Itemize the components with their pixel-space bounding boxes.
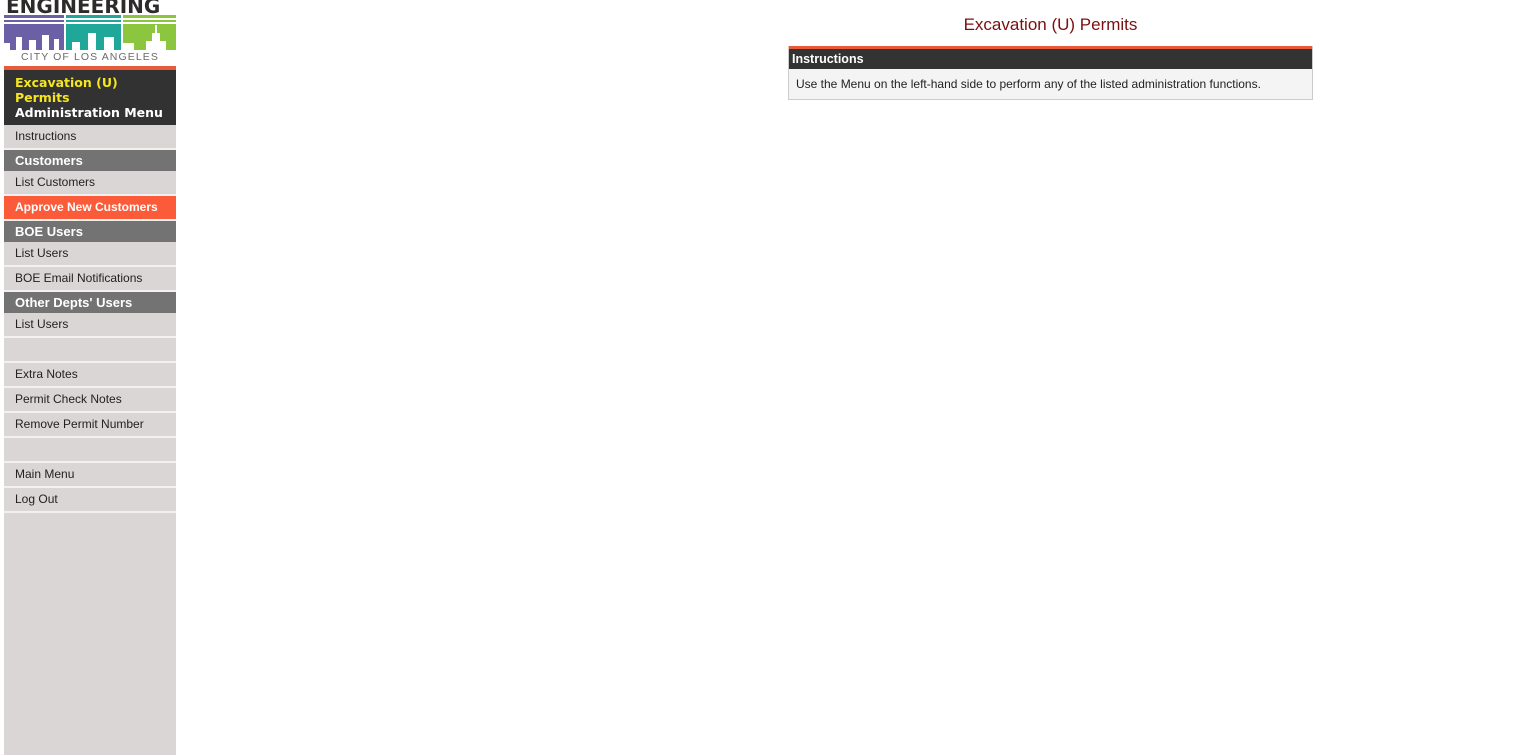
panel-heading: Instructions	[789, 49, 1312, 69]
menu-spacer	[4, 338, 176, 363]
menu-title-sub: Administration Menu	[15, 105, 163, 120]
menu-item-approve-new-customers[interactable]: Approve New Customers	[4, 196, 176, 221]
menu-title-app: Excavation (U) Permits	[15, 75, 118, 105]
menu-spacer	[4, 438, 176, 463]
menu-item-main-menu[interactable]: Main Menu	[4, 463, 176, 488]
menu-section-customers: Customers	[4, 150, 176, 171]
menu-list: Instructions Customers List Customers Appro…	[4, 125, 176, 513]
menu-item-remove-permit-number[interactable]: Remove Permit Number	[4, 413, 176, 438]
menu-item-permit-check-notes[interactable]: Permit Check Notes	[4, 388, 176, 413]
menu-item-list-users[interactable]: List Users	[4, 313, 176, 338]
menu-title: Excavation (U) Permits Administration Me…	[4, 70, 176, 125]
menu-item-list-customers[interactable]: List Customers	[4, 171, 176, 196]
logo-subtitle: CITY OF LOS ANGELES	[21, 51, 159, 63]
menu-item-list-users[interactable]: List Users	[4, 242, 176, 267]
menu-section-boe-users: BOE Users	[4, 221, 176, 242]
engineering-logo: ENGINEERING CITY OF LOS ANGELES	[4, 0, 176, 66]
instructions-panel: Instructions Use the Menu on the left-ha…	[788, 46, 1313, 100]
menu-item-boe-email-notifications[interactable]: BOE Email Notifications	[4, 267, 176, 292]
page-title: Excavation (U) Permits	[963, 15, 1138, 34]
skyline-icon	[4, 15, 176, 50]
menu-item-instructions[interactable]: Instructions	[4, 125, 176, 150]
menu-section-other-depts-users: Other Depts' Users	[4, 292, 176, 313]
sidebar: ENGINEERING CITY OF LOS ANGELES Excavati…	[4, 0, 176, 755]
panel-text: Use the Menu on the left-hand side to pe…	[796, 77, 1261, 91]
menu-item-extra-notes[interactable]: Extra Notes	[4, 363, 176, 388]
menu-item-log-out[interactable]: Log Out	[4, 488, 176, 513]
